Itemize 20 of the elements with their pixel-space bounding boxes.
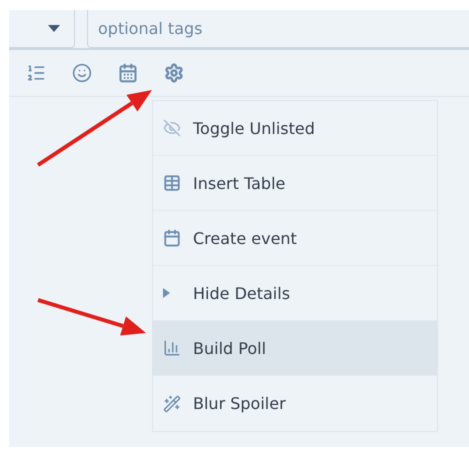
settings-icon [164,63,184,83]
eye-slash-icon [163,119,181,137]
menu-item[interactable]: Blur Spoiler [153,376,437,431]
menu-item[interactable]: Insert Table [153,156,437,211]
settings-button[interactable] [163,62,185,84]
bar-chart-icon [163,339,181,357]
calendar-icon [163,229,181,247]
smiley-icon [72,63,92,83]
menu-item[interactable]: Create event [153,211,437,266]
numbered-list-icon [26,63,46,83]
caret-right-icon [163,288,170,298]
table-icon [163,174,181,192]
emoji-button[interactable] [71,62,93,84]
menu-item[interactable]: Toggle Unlisted [153,101,437,156]
calendar-icon [118,63,138,83]
caret-down-icon [48,25,60,32]
calendar-button[interactable] [117,62,139,84]
magic-wand-icon [163,394,181,412]
menu-item[interactable]: Build Poll [153,321,437,376]
tags-field[interactable]: optional tags [87,10,469,48]
